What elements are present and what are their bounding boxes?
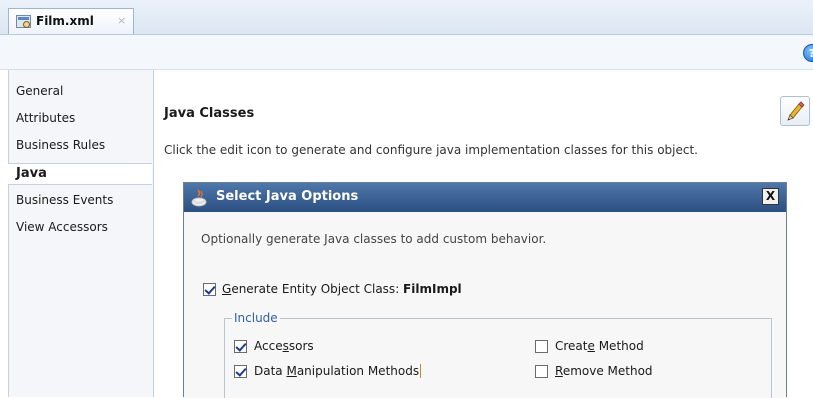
generate-entity-object-class-checkbox[interactable] xyxy=(203,283,216,296)
dialog-body: Optionally generate Java classes to add … xyxy=(184,212,786,398)
accessors-checkbox[interactable] xyxy=(234,340,247,353)
nav-item-java[interactable]: Java xyxy=(8,163,152,185)
help-icon[interactable]: ? xyxy=(803,44,813,62)
section-title: Java Classes xyxy=(164,106,255,121)
java-cup-icon xyxy=(191,189,207,207)
nav-item-view-accessors[interactable]: View Accessors xyxy=(16,220,108,234)
data-manipulation-methods-label[interactable]: Data Manipulation Methods xyxy=(254,364,422,378)
data-manipulation-methods-checkbox[interactable] xyxy=(234,365,247,378)
section-description: Click the edit icon to generate and conf… xyxy=(164,143,698,157)
create-method-label[interactable]: Create Method xyxy=(555,339,644,353)
nav-item-business-events[interactable]: Business Events xyxy=(16,193,113,207)
nav-item-general[interactable]: General xyxy=(16,84,63,98)
nav-item-attributes[interactable]: Attributes xyxy=(16,111,75,125)
nav-item-business-rules[interactable]: Business Rules xyxy=(16,138,105,152)
close-tab-icon[interactable]: × xyxy=(117,14,126,27)
remove-method-checkbox[interactable] xyxy=(535,365,548,378)
entity-class-name: FilmImpl xyxy=(403,282,462,296)
accessors-label[interactable]: Accessors xyxy=(254,339,314,353)
generate-entity-object-class-label[interactable]: Generate Entity Object Class: FilmImpl xyxy=(222,282,462,296)
dialog-title: Select Java Options xyxy=(216,189,359,204)
include-group-legend: Include xyxy=(232,311,280,325)
include-group xyxy=(224,318,772,398)
pencil-icon xyxy=(787,101,805,121)
select-java-options-dialog: Select Java Options X Optionally generat… xyxy=(183,182,787,398)
tab-title: Film.xml xyxy=(36,14,94,28)
create-method-checkbox[interactable] xyxy=(535,340,548,353)
editor-toolbar: ? xyxy=(0,35,813,70)
dialog-description: Optionally generate Java classes to add … xyxy=(201,232,547,246)
dialog-close-button[interactable]: X xyxy=(762,188,779,205)
remove-method-label[interactable]: Remove Method xyxy=(555,364,653,378)
xml-file-icon xyxy=(16,15,31,28)
dialog-titlebar[interactable]: Select Java Options X xyxy=(184,183,786,212)
editor-tab-strip: Film.xml × xyxy=(0,0,813,35)
tab-film-xml[interactable]: Film.xml × xyxy=(8,8,134,34)
edit-java-classes-button[interactable] xyxy=(780,96,810,126)
